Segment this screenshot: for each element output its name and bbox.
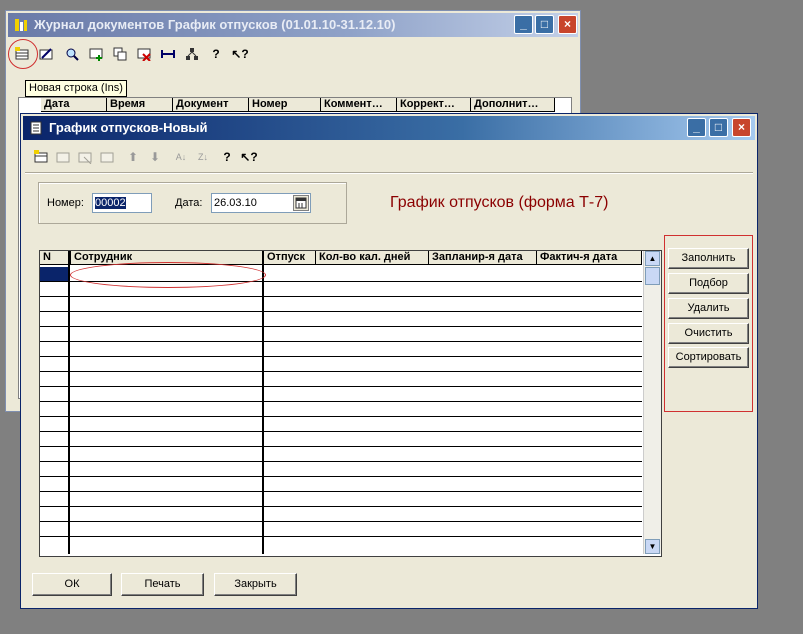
- journal-col-time[interactable]: Время: [107, 98, 173, 112]
- journal-col-correction[interactable]: Коррект…: [397, 98, 471, 112]
- col-divider-employee-right: [262, 251, 264, 554]
- journal-toolbar: ? ↖?: [12, 44, 272, 66]
- table-rows: [40, 251, 642, 554]
- annotation-circle-new-row: [8, 39, 38, 69]
- sort-asc-icon: A↓: [175, 152, 187, 162]
- delete-icon[interactable]: [134, 44, 154, 64]
- date-label: Дата:: [175, 197, 203, 209]
- date-value: 26.03.10: [214, 197, 257, 209]
- print-button[interactable]: Печать: [121, 573, 204, 596]
- range-icon[interactable]: [158, 44, 178, 64]
- sort-desc-icon: Z↓: [198, 152, 208, 162]
- number-value: 00002: [95, 197, 126, 209]
- table-row: [40, 401, 642, 402]
- journal-col-additional[interactable]: Дополнит…: [471, 98, 555, 112]
- table-row: [40, 536, 642, 537]
- add-icon[interactable]: [86, 44, 106, 64]
- journal-col-date[interactable]: Дата: [41, 98, 107, 112]
- clear-button[interactable]: Очистить: [668, 323, 749, 344]
- table-row: [40, 431, 642, 432]
- table-row: [40, 416, 642, 417]
- move-down-icon: ⬇: [149, 150, 161, 164]
- form-maximize-button[interactable]: □: [709, 118, 728, 137]
- journal-minimize-button[interactable]: _: [514, 15, 533, 34]
- number-field[interactable]: 00002: [92, 193, 152, 213]
- journal-close-button[interactable]: ×: [558, 15, 577, 34]
- help-icon[interactable]: ?: [206, 44, 226, 64]
- table-row: [40, 386, 642, 387]
- schedule-table[interactable]: N Сотрудник Отпуск Кол-во кал. дней Запл…: [39, 250, 662, 557]
- form-titlebar[interactable]: График отпусков-Новый _ □ ×: [23, 116, 755, 140]
- scroll-up-button[interactable]: ▲: [645, 251, 660, 266]
- form-window: График отпусков-Новый _ □ × ⬆ ⬇ A↓ Z↓ ? …: [20, 113, 758, 609]
- journal-col-document[interactable]: Документ: [173, 98, 249, 112]
- date-field[interactable]: 26.03.10: [211, 193, 311, 213]
- toolbar-divider: [25, 172, 753, 174]
- table-row: [40, 506, 642, 507]
- form-close-button[interactable]: ×: [732, 118, 751, 137]
- journal-maximize-button[interactable]: □: [535, 15, 554, 34]
- form-minimize-button[interactable]: _: [687, 118, 706, 137]
- table-scrollbar[interactable]: ▲ ▼: [643, 251, 661, 554]
- close-button[interactable]: Закрыть: [214, 573, 297, 596]
- calendar-icon[interactable]: [293, 195, 309, 211]
- whats-this-icon[interactable]: ↖?: [230, 44, 250, 64]
- table-row: [40, 476, 642, 477]
- journal-col-number[interactable]: Номер: [249, 98, 321, 112]
- new-row-tooltip: Новая строка (Ins): [25, 80, 127, 97]
- table-row: [40, 326, 642, 327]
- form-copy-row-icon: [53, 147, 73, 167]
- find-icon[interactable]: [62, 44, 82, 64]
- journal-titlebar[interactable]: Журнал документов График отпусков (01.01…: [8, 13, 578, 37]
- table-row: [40, 461, 642, 462]
- copy-icon[interactable]: [110, 44, 130, 64]
- col-divider-employee-left: [68, 251, 70, 554]
- tree-icon[interactable]: [182, 44, 202, 64]
- number-label: Номер:: [47, 197, 84, 209]
- scroll-down-button[interactable]: ▼: [645, 539, 660, 554]
- table-row: [40, 446, 642, 447]
- select-button[interactable]: Подбор: [668, 273, 749, 294]
- table-row: [40, 371, 642, 372]
- table-row: [40, 341, 642, 342]
- table-row: [40, 521, 642, 522]
- fill-button[interactable]: Заполнить: [668, 248, 749, 269]
- form-title: График отпусков-Новый: [49, 120, 208, 135]
- form-help-icon[interactable]: ?: [217, 147, 237, 167]
- table-row: [40, 311, 642, 312]
- form-delete-row-icon: [75, 147, 95, 167]
- journal-app-icon: [15, 19, 27, 31]
- form-heading: График отпусков (форма Т-7): [390, 194, 609, 211]
- journal-col-comment[interactable]: Коммент…: [321, 98, 397, 112]
- table-row: [40, 296, 642, 297]
- form-new-row-icon[interactable]: [31, 147, 51, 167]
- header-group: Номер: 00002 Дата: 26.03.10: [38, 182, 347, 224]
- annotation-ellipse-employee: [70, 262, 266, 288]
- remove-button[interactable]: Удалить: [668, 298, 749, 319]
- ok-button[interactable]: ОК: [32, 573, 112, 596]
- form-edit-row-icon: [97, 147, 117, 167]
- table-row: [40, 491, 642, 492]
- form-doc-icon: [30, 121, 42, 135]
- form-whats-this-icon[interactable]: ↖?: [239, 147, 259, 167]
- move-up-icon: ⬆: [127, 150, 139, 164]
- scroll-thumb[interactable]: [645, 267, 660, 285]
- journal-title: Журнал документов График отпусков (01.01…: [34, 17, 396, 32]
- table-row: [40, 356, 642, 357]
- form-toolbar: ⬆ ⬇ A↓ Z↓ ? ↖?: [31, 147, 271, 169]
- edit-icon[interactable]: [36, 44, 56, 64]
- sort-button[interactable]: Сортировать: [668, 347, 749, 368]
